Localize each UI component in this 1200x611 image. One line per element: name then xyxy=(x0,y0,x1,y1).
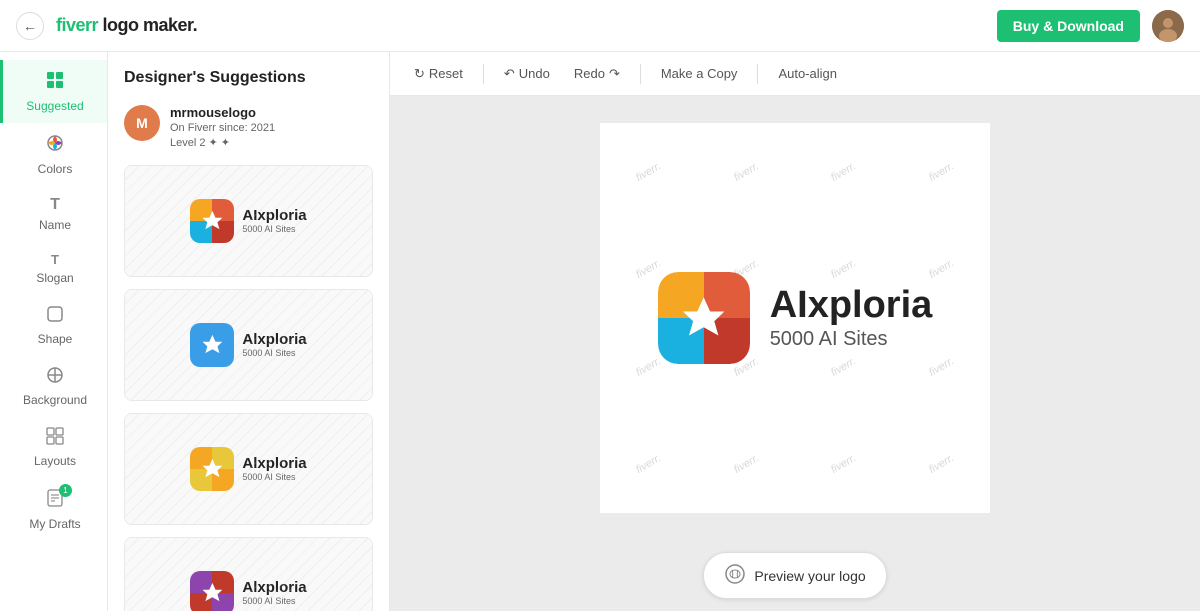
sidebar-item-label: Name xyxy=(39,218,71,232)
panel-title: Designer's Suggestions xyxy=(124,68,373,89)
sidebar-item-label: Background xyxy=(23,393,87,407)
main-logo-text: AIxploria 5000 AI Sites xyxy=(770,286,933,351)
sidebar-item-background[interactable]: Background xyxy=(0,356,107,417)
designer-since: On Fiverr since: 2021 xyxy=(170,122,275,134)
app-logo: fiverr logo maker. xyxy=(56,15,197,36)
sidebar-item-drafts[interactable]: 1 My Drafts xyxy=(0,478,107,541)
preview-label: Preview your logo xyxy=(754,568,865,584)
sidebar-item-slogan[interactable]: T Slogan xyxy=(0,242,107,295)
card-preview-3: Alxploria 5000 AI Sites xyxy=(125,414,372,524)
card-preview-1: AIxploria 5000 AI Sites xyxy=(125,166,372,276)
card-preview-2: Alxploria 5000 AI Sites xyxy=(125,290,372,400)
sidebar-item-label: Suggested xyxy=(26,99,83,113)
toolbar: ↻ Reset ↶ Undo Redo ↷ Make a Copy Auto-a… xyxy=(390,52,1200,96)
layouts-icon xyxy=(46,427,64,450)
preview-logo-button[interactable]: Preview your logo xyxy=(703,552,886,599)
logo-preview-box: fiverr. fiverr. fiverr. fiverr. fiverr. … xyxy=(600,123,990,513)
toolbar-divider-3 xyxy=(757,64,758,84)
redo-button[interactable]: Redo ↷ xyxy=(566,62,628,86)
colors-icon xyxy=(45,133,65,158)
background-icon xyxy=(46,366,64,389)
drafts-icon: 1 xyxy=(46,488,64,513)
undo-icon: ↶ xyxy=(504,66,515,82)
drafts-badge: 1 xyxy=(59,484,72,497)
slogan-icon: T xyxy=(51,252,59,267)
designer-avatar: M xyxy=(124,105,160,141)
reset-button[interactable]: ↻ Reset xyxy=(406,62,471,86)
suggestions-panel: Designer's Suggestions M mrmouselogo On … xyxy=(108,52,390,611)
designer-details: mrmouselogo On Fiverr since: 2021 Level … xyxy=(170,105,275,149)
suggestion-card-4[interactable]: Alxploria 5000 AI Sites xyxy=(124,537,373,611)
back-button[interactable]: ← xyxy=(16,12,44,40)
canvas-content: fiverr. fiverr. fiverr. fiverr. fiverr. … xyxy=(390,96,1200,540)
main-brand-name: AIxploria xyxy=(770,286,933,324)
reset-icon: ↻ xyxy=(414,66,425,82)
main-brand-sub: 5000 AI Sites xyxy=(770,328,933,351)
suggestion-card-1[interactable]: AIxploria 5000 AI Sites xyxy=(124,165,373,277)
shape-icon xyxy=(46,305,64,328)
sidebar-item-shape[interactable]: Shape xyxy=(0,295,107,356)
name-icon: T xyxy=(50,196,60,214)
redo-icon: ↷ xyxy=(609,66,620,82)
sidebar-item-suggested[interactable]: Suggested xyxy=(0,60,107,123)
sidebar-item-colors[interactable]: Colors xyxy=(0,123,107,186)
buy-download-button[interactable]: Buy & Download xyxy=(997,10,1140,42)
main-logo-icon xyxy=(658,272,750,364)
sidebar-item-name[interactable]: T Name xyxy=(0,186,107,242)
main-layout: Suggested Colors T Name T Slogan Shape xyxy=(0,52,1200,611)
designer-level: Level 2 ✦ ✦ xyxy=(170,136,275,149)
header: ← fiverr logo maker. Buy & Download xyxy=(0,0,1200,52)
header-left: ← fiverr logo maker. xyxy=(16,12,197,40)
card-preview-4: Alxploria 5000 AI Sites xyxy=(125,538,372,611)
suggested-icon xyxy=(45,70,65,95)
designer-name: mrmouselogo xyxy=(170,105,275,120)
preview-btn-area: Preview your logo xyxy=(390,540,1200,611)
sidebar: Suggested Colors T Name T Slogan Shape xyxy=(0,52,108,611)
sidebar-item-label: Layouts xyxy=(34,454,76,468)
sidebar-item-label: Colors xyxy=(38,162,73,176)
make-copy-button[interactable]: Make a Copy xyxy=(653,62,746,85)
toolbar-divider-1 xyxy=(483,64,484,84)
sidebar-item-label: Shape xyxy=(38,332,73,346)
user-avatar[interactable] xyxy=(1152,10,1184,42)
preview-icon xyxy=(724,563,746,588)
sidebar-item-label: My Drafts xyxy=(29,517,80,531)
canvas-area: ↻ Reset ↶ Undo Redo ↷ Make a Copy Auto-a… xyxy=(390,52,1200,611)
suggestion-card-3[interactable]: Alxploria 5000 AI Sites xyxy=(124,413,373,525)
sidebar-item-layouts[interactable]: Layouts xyxy=(0,417,107,478)
designer-info: M mrmouselogo On Fiverr since: 2021 Leve… xyxy=(124,105,373,149)
header-right: Buy & Download xyxy=(997,10,1184,42)
sidebar-item-label: Slogan xyxy=(36,271,73,285)
suggestion-card-2[interactable]: Alxploria 5000 AI Sites xyxy=(124,289,373,401)
undo-button[interactable]: ↶ Undo xyxy=(496,62,558,86)
auto-align-button[interactable]: Auto-align xyxy=(770,62,845,85)
toolbar-divider-2 xyxy=(640,64,641,84)
logo-preview-inner: AIxploria 5000 AI Sites xyxy=(658,272,933,364)
